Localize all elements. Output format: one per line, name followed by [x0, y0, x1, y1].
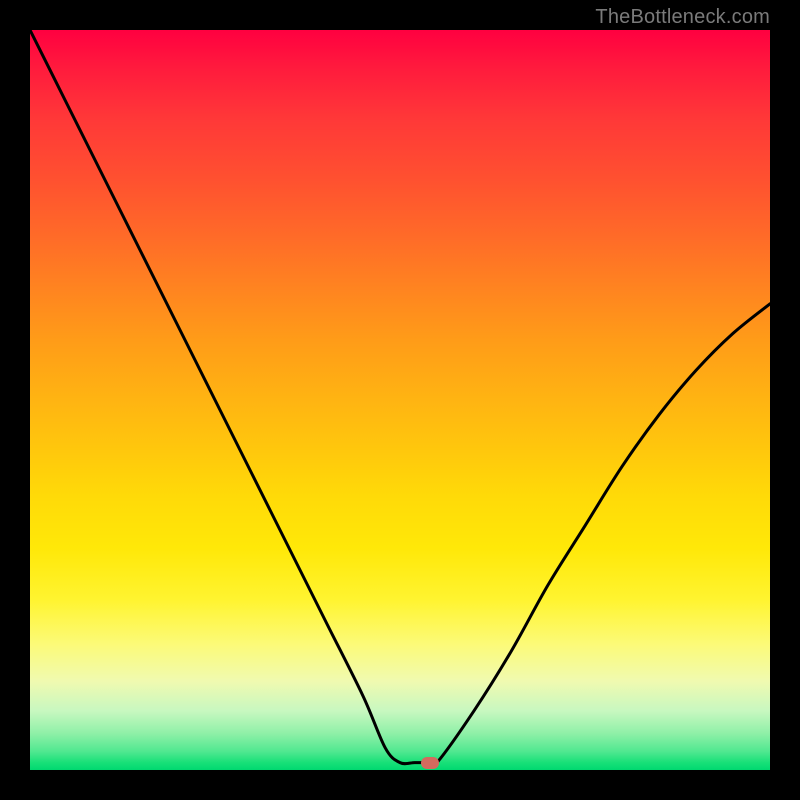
chart-container: TheBottleneck.com	[0, 0, 800, 800]
bottleneck-curve	[30, 30, 770, 770]
optimal-marker	[421, 757, 439, 769]
watermark-text: TheBottleneck.com	[595, 6, 770, 29]
